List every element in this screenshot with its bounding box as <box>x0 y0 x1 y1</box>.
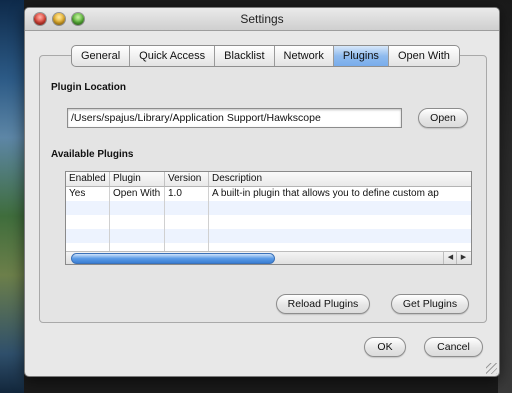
reload-plugins-button[interactable]: Reload Plugins <box>276 294 370 314</box>
horizontal-scrollbar[interactable]: ◀ ▶ <box>66 251 471 264</box>
cell-plugin: Open With <box>110 187 165 201</box>
tab-open-with[interactable]: Open With <box>389 46 459 66</box>
cell-version: 1.0 <box>165 187 209 201</box>
cancel-button[interactable]: Cancel <box>424 337 483 357</box>
empty-cell <box>209 201 471 215</box>
ok-button[interactable]: OK <box>364 337 406 357</box>
empty-cell <box>165 229 209 243</box>
column-header-description[interactable]: Description <box>209 172 471 186</box>
tab-general[interactable]: General <box>72 46 131 66</box>
column-header-version[interactable]: Version <box>165 172 209 186</box>
tab-quick-access[interactable]: Quick Access <box>130 46 216 66</box>
scroll-right-arrow-icon[interactable]: ▶ <box>456 252 470 264</box>
cell-description: A built-in plugin that allows you to def… <box>212 188 439 199</box>
plugins-table: Enabled Plugin Version Description Yes O… <box>65 171 472 265</box>
get-plugins-button[interactable]: Get Plugins <box>391 294 469 314</box>
column-header-enabled[interactable]: Enabled <box>66 172 110 186</box>
title-bar[interactable]: Settings <box>25 8 499 31</box>
scrollbar-thumb[interactable] <box>71 253 275 264</box>
open-button[interactable]: Open <box>418 108 468 128</box>
plugins-panel: Plugin Location /Users/spajus/Library/Ap… <box>39 55 487 323</box>
empty-cell <box>209 215 471 229</box>
tab-blacklist[interactable]: Blacklist <box>215 46 275 66</box>
settings-window: Settings General Quick Access Blacklist … <box>24 7 500 377</box>
empty-cell <box>66 215 110 229</box>
empty-cell <box>66 201 110 215</box>
column-header-plugin[interactable]: Plugin <box>110 172 165 186</box>
empty-cell <box>209 229 471 243</box>
available-plugins-label: Available Plugins <box>51 149 134 160</box>
scroll-left-arrow-icon[interactable]: ◀ <box>443 252 457 264</box>
empty-cell <box>66 229 110 243</box>
table-row-empty <box>66 229 471 243</box>
table-header: Enabled Plugin Version Description <box>66 172 471 187</box>
resize-grip-icon[interactable] <box>486 363 497 374</box>
table-row-empty <box>66 215 471 229</box>
table-row-empty <box>66 201 471 215</box>
empty-cell <box>110 201 165 215</box>
table-row[interactable]: Yes Open With 1.0 A built-in plugin that… <box>66 187 471 201</box>
cell-enabled: Yes <box>66 187 110 201</box>
empty-cell <box>165 215 209 229</box>
window-title: Settings <box>240 12 284 26</box>
tab-plugins[interactable]: Plugins <box>333 46 389 66</box>
desktop-background-right <box>498 0 512 393</box>
empty-cell <box>165 201 209 215</box>
settings-tabs: General Quick Access Blacklist Network P… <box>71 45 460 67</box>
plugin-location-field[interactable]: /Users/spajus/Library/Application Suppor… <box>67 108 402 128</box>
empty-cell <box>110 215 165 229</box>
plugin-location-label: Plugin Location <box>51 82 126 93</box>
tab-network[interactable]: Network <box>275 46 334 66</box>
empty-cell <box>110 229 165 243</box>
desktop-background <box>0 0 24 393</box>
